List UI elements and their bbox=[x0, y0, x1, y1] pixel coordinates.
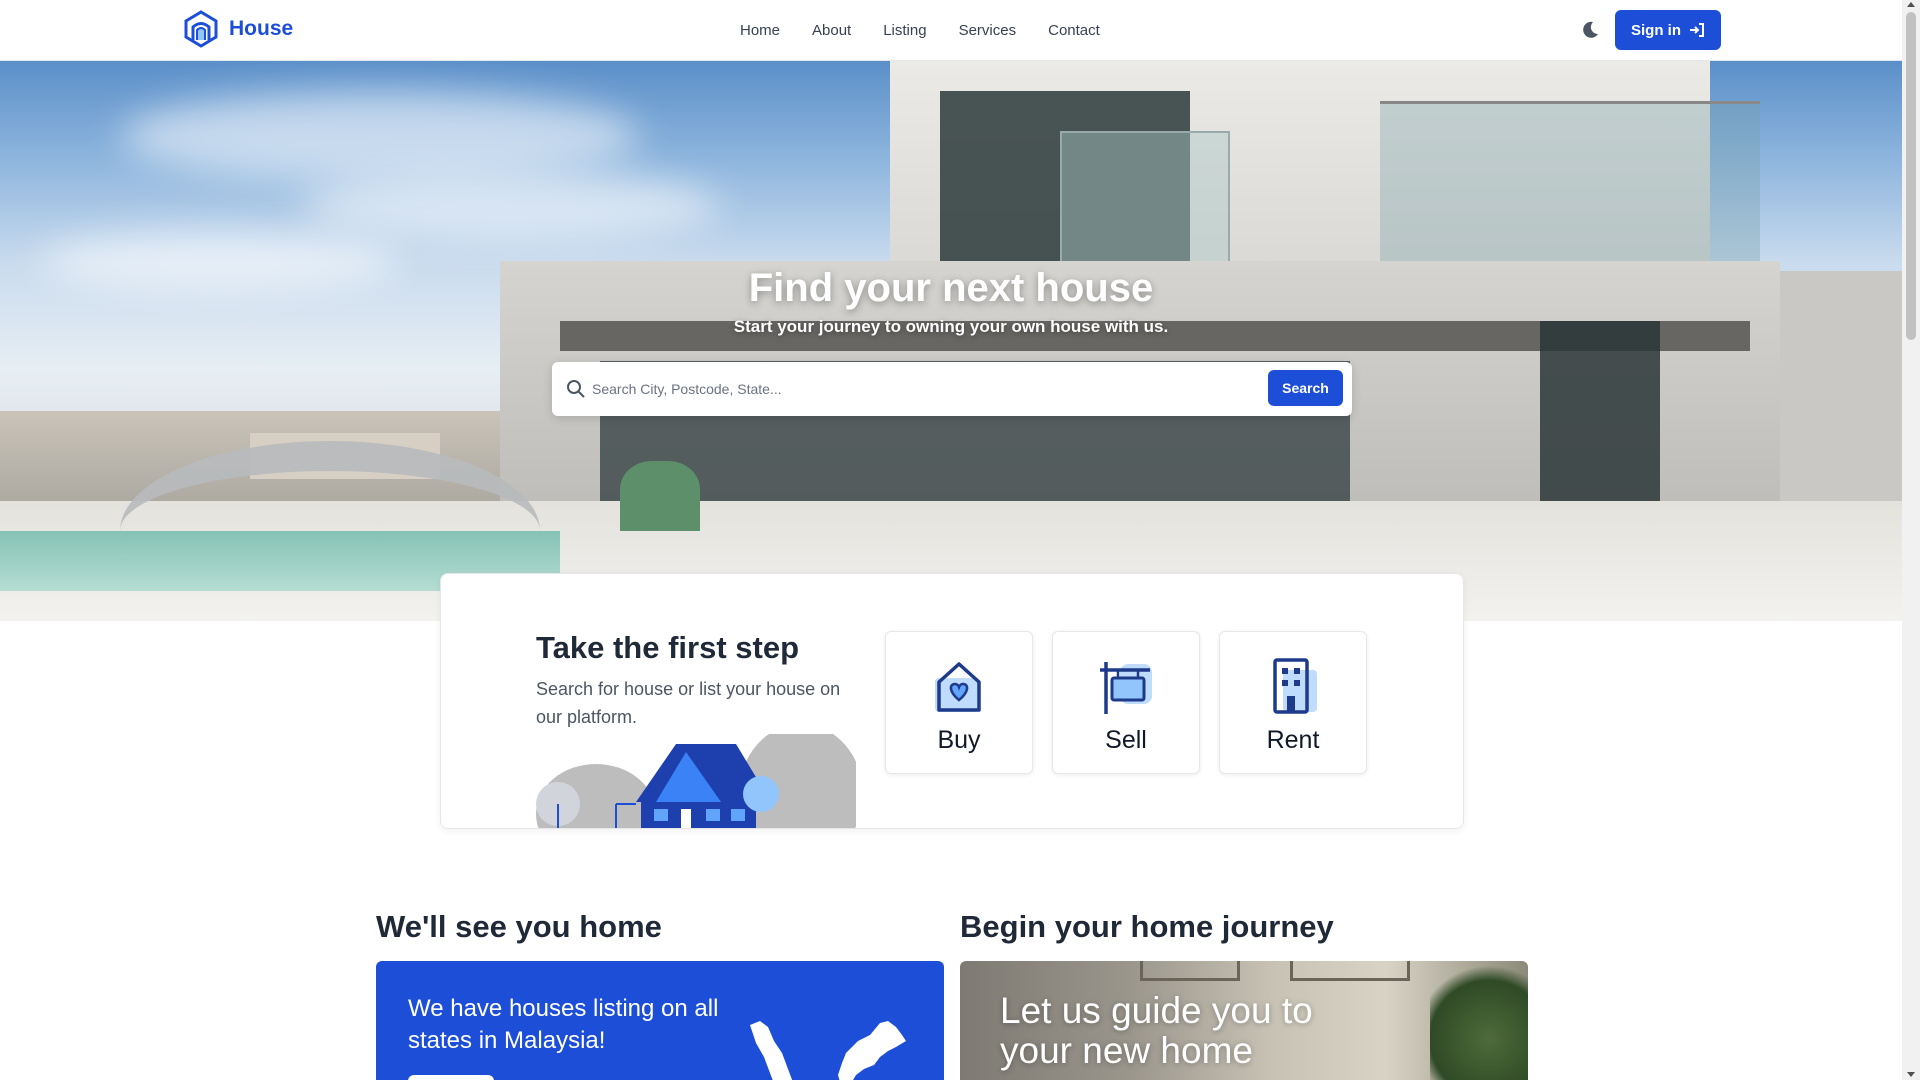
search-bar: Search bbox=[552, 362, 1352, 416]
sign-in-button[interactable]: Sign in bbox=[1615, 10, 1721, 50]
nav-about[interactable]: About bbox=[812, 22, 851, 39]
scroll-down-arrow[interactable] bbox=[1907, 1072, 1915, 1077]
home-journey-text: Let us guide you to your new home bbox=[1000, 990, 1313, 1071]
search-icon bbox=[567, 380, 585, 398]
house-logo-icon bbox=[184, 10, 218, 48]
house-heart-icon bbox=[935, 662, 981, 712]
hero-subtitle: Start your journey to owning your own ho… bbox=[733, 317, 1169, 336]
nav-links: Home About Listing Services Contact bbox=[740, 0, 1100, 61]
malaysia-card-text: We have houses listing on all states in … bbox=[408, 995, 719, 1054]
brand-name: House bbox=[229, 17, 294, 40]
first-step-title: Take the first step bbox=[536, 630, 800, 665]
sell-option[interactable]: Sell bbox=[1052, 631, 1200, 774]
navbar: House Home About Listing Services Contac… bbox=[0, 0, 1902, 61]
section-title-right: Begin your home journey bbox=[960, 909, 1334, 944]
buy-option[interactable]: Buy bbox=[885, 631, 1033, 774]
search-button[interactable]: Search bbox=[1268, 370, 1343, 406]
nav-home[interactable]: Home bbox=[740, 22, 780, 39]
nav-listing[interactable]: Listing bbox=[883, 22, 926, 39]
page-scrollbar[interactable] bbox=[1902, 0, 1920, 1080]
hero-banner: Find your next house Start your journey … bbox=[0, 61, 1902, 621]
nav-contact[interactable]: Contact bbox=[1048, 22, 1100, 39]
first-step-card: Take the first step Search for house or … bbox=[440, 573, 1464, 829]
malaysia-map-icon bbox=[750, 1021, 906, 1080]
brand[interactable]: House bbox=[183, 10, 293, 48]
hero-title: Find your next house bbox=[748, 266, 1154, 310]
malaysia-listing-card[interactable]: We have houses listing on all states in … bbox=[376, 961, 944, 1080]
home-journey-card[interactable]: Let us guide you to your new home bbox=[960, 961, 1528, 1080]
sign-in-icon bbox=[1690, 23, 1704, 37]
buy-label: Buy bbox=[937, 726, 981, 754]
sell-label: Sell bbox=[1105, 726, 1147, 754]
first-step-description: Search for house or list your house on o… bbox=[536, 679, 841, 727]
moon-icon[interactable] bbox=[1580, 20, 1600, 40]
scroll-up-arrow[interactable] bbox=[1907, 2, 1915, 7]
scroll-thumb[interactable] bbox=[1906, 12, 1916, 340]
sell-sign-icon bbox=[1100, 662, 1152, 714]
search-input[interactable] bbox=[592, 374, 1212, 404]
rent-option[interactable]: Rent bbox=[1219, 631, 1367, 774]
building-icon bbox=[1273, 658, 1317, 714]
nav-services[interactable]: Services bbox=[959, 22, 1017, 39]
house-illustration bbox=[536, 734, 856, 828]
rent-label: Rent bbox=[1266, 726, 1320, 754]
section-title-left: We'll see you home bbox=[376, 909, 662, 944]
sign-in-label: Sign in bbox=[1631, 21, 1681, 39]
malaysia-card-button[interactable] bbox=[408, 1075, 494, 1080]
